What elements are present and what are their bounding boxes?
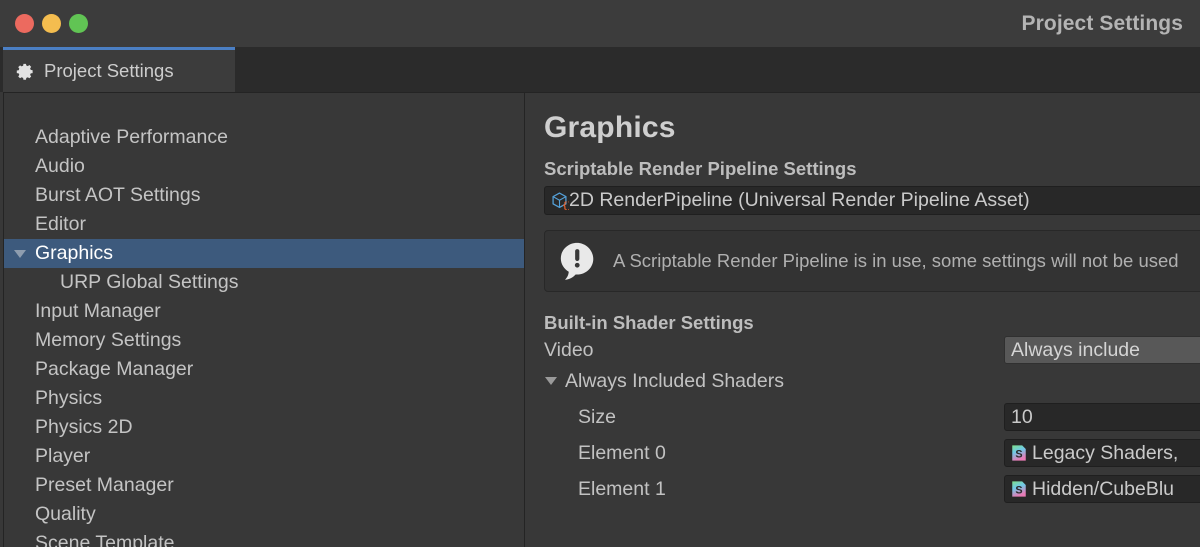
sidebar-item-label: Graphics (35, 242, 114, 264)
row-element-1: Element 1 S Hidden/CubeBlu (533, 474, 1200, 504)
sidebar-item-physics-2d[interactable]: Physics 2D (4, 413, 524, 442)
element-1-shader-field[interactable]: S Hidden/CubeBlu (1004, 475, 1200, 503)
sidebar-item-label: Memory Settings (35, 329, 182, 351)
sidebar-item-editor[interactable]: Editor (4, 210, 524, 239)
sidebar-item-label: Package Manager (35, 358, 194, 380)
array-size-input[interactable]: 10 (1004, 403, 1200, 431)
sidebar-item-label: Physics 2D (35, 416, 133, 438)
row-size: Size 10 (533, 402, 1200, 432)
sidebar-item-label: Scene Template (35, 532, 175, 547)
sidebar-item-burst-aot-settings[interactable]: Burst AOT Settings (4, 181, 524, 210)
sidebar-item-label: Physics (35, 387, 103, 409)
sidebar-item-audio[interactable]: Audio (4, 152, 524, 181)
window-body: Adaptive Performance Audio Burst AOT Setti… (0, 92, 1200, 547)
sidebar-item-label: URP Global Settings (60, 271, 239, 293)
gear-icon (16, 63, 33, 80)
maximize-window-button[interactable] (69, 14, 88, 33)
sidebar-item-quality[interactable]: Quality (4, 500, 524, 529)
info-icon (560, 242, 594, 280)
sidebar-item-label: Burst AOT Settings (35, 184, 201, 206)
sidebar-item-label: Adaptive Performance (35, 126, 228, 148)
scriptable-object-icon: {} (552, 192, 569, 210)
sidebar-item-adaptive-performance[interactable]: Adaptive Performance (4, 123, 524, 152)
render-pipeline-asset-field[interactable]: {} 2D RenderPipeline (Universal Render P… (544, 186, 1200, 215)
shader-icon: S (1012, 481, 1026, 497)
sidebar-item-label: Audio (35, 155, 85, 177)
element-0-value: Legacy Shaders, (1032, 441, 1179, 464)
tab-strip: Project Settings (0, 47, 1200, 92)
tab-label: Project Settings (44, 60, 174, 81)
srp-info-box: A Scriptable Render Pipeline is in use, … (544, 230, 1200, 292)
render-pipeline-asset-value: 2D RenderPipeline (Universal Render Pipe… (569, 189, 1030, 211)
settings-content-pane: Graphics Scriptable Render Pipeline Sett… (533, 93, 1200, 547)
sidebar-item-label: Quality (35, 503, 96, 525)
shader-icon: S (1012, 445, 1026, 461)
row-label-size: Size (578, 405, 616, 428)
tab-project-settings[interactable]: Project Settings (3, 47, 235, 92)
settings-sidebar[interactable]: Adaptive Performance Audio Burst AOT Setti… (4, 93, 524, 547)
sidebar-item-label: Editor (35, 213, 86, 235)
sidebar-item-package-manager[interactable]: Package Manager (4, 355, 524, 384)
shader-section-heading: Built-in Shader Settings (544, 312, 754, 333)
project-settings-window: Project Settings Project Settings Adapti… (0, 0, 1200, 547)
content-left-gap (525, 93, 533, 547)
video-shader-dropdown[interactable]: Always include (1004, 336, 1200, 364)
row-element-0: Element 0 S Legacy Shaders, (533, 438, 1200, 468)
sidebar-item-input-manager[interactable]: Input Manager (4, 297, 524, 326)
page-title: Graphics (544, 111, 676, 144)
window-titlebar: Project Settings (0, 0, 1200, 47)
svg-text:{}: {} (562, 201, 569, 210)
window-title: Project Settings (1021, 11, 1183, 35)
sidebar-item-urp-global-settings[interactable]: URP Global Settings (4, 268, 524, 297)
svg-text:S: S (1015, 485, 1022, 497)
chevron-down-icon[interactable] (14, 249, 26, 258)
element-1-value: Hidden/CubeBlu (1032, 477, 1175, 500)
sidebar-item-label: Input Manager (35, 300, 161, 322)
close-window-button[interactable] (15, 14, 34, 33)
svg-text:S: S (1015, 449, 1022, 461)
row-label-element-0: Element 0 (578, 441, 666, 464)
sidebar-item-label: Preset Manager (35, 474, 174, 496)
srp-info-message: A Scriptable Render Pipeline is in use, … (613, 250, 1179, 271)
row-label-element-1: Element 1 (578, 477, 666, 500)
sidebar-item-player[interactable]: Player (4, 442, 524, 471)
sidebar-item-memory-settings[interactable]: Memory Settings (4, 326, 524, 355)
sidebar-item-graphics[interactable]: Graphics (4, 239, 524, 268)
element-0-shader-field[interactable]: S Legacy Shaders, (1004, 439, 1200, 467)
row-label-always-included-shaders: Always Included Shaders (565, 369, 784, 392)
minimize-window-button[interactable] (42, 14, 61, 33)
chevron-down-icon[interactable] (545, 377, 557, 385)
sidebar-item-label: Player (35, 445, 91, 467)
row-video: Video Always include (533, 335, 1200, 365)
row-label-video: Video (544, 338, 594, 361)
traffic-light-group (0, 14, 88, 33)
srp-section-heading: Scriptable Render Pipeline Settings (544, 158, 857, 179)
sidebar-item-scene-template[interactable]: Scene Template (4, 529, 524, 547)
row-always-included-shaders[interactable]: Always Included Shaders (533, 366, 1200, 396)
settings-nav-list: Adaptive Performance Audio Burst AOT Setti… (4, 123, 524, 547)
sidebar-item-preset-manager[interactable]: Preset Manager (4, 471, 524, 500)
sidebar-item-physics[interactable]: Physics (4, 384, 524, 413)
